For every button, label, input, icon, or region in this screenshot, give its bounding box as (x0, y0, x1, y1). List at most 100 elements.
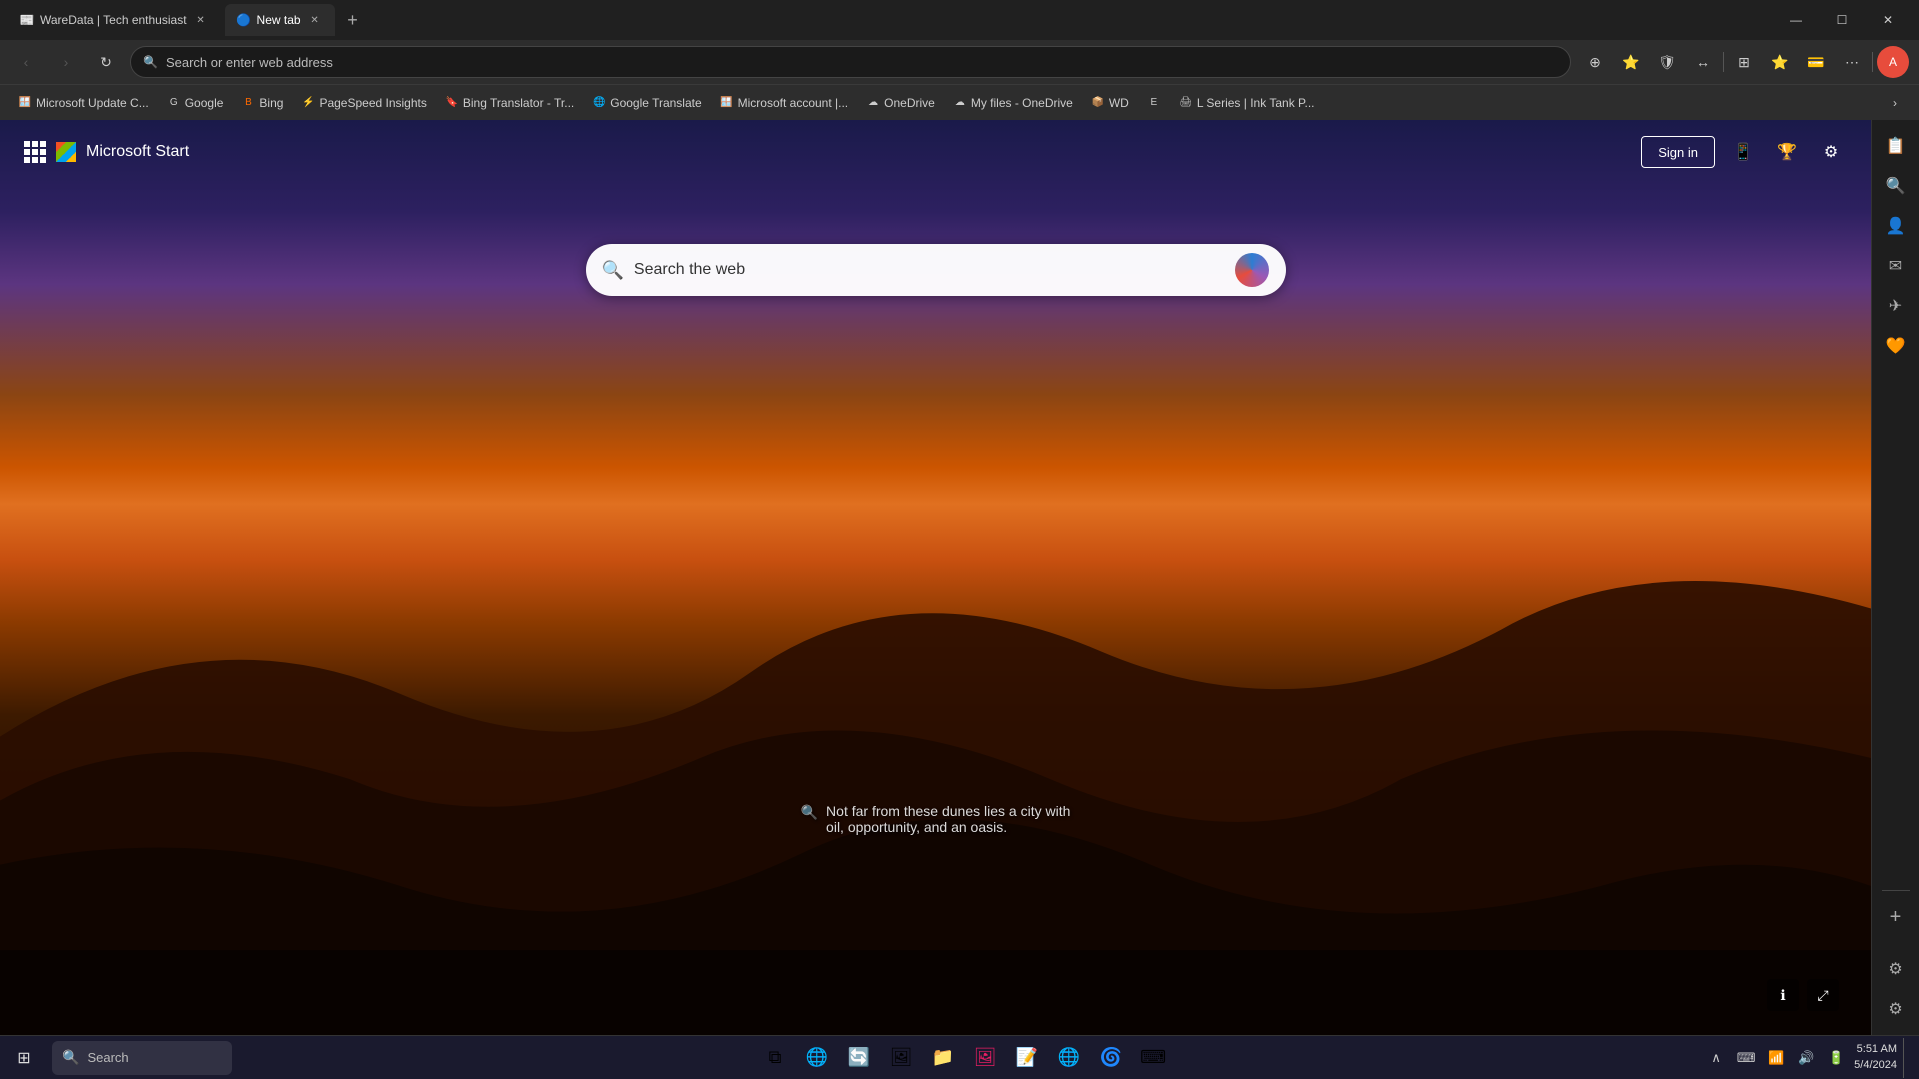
taskbar-browser-blue[interactable]: 🌀 (1091, 1038, 1131, 1078)
bookmark-label-bing: Bing (259, 96, 283, 110)
image-info-button[interactable]: ℹ (1767, 979, 1799, 1011)
bookmark-onedrive[interactable]: ☁ OneDrive (858, 90, 943, 116)
settings-icon-button[interactable]: ⚙ (1815, 136, 1847, 168)
sidebar-mail-icon[interactable]: ✉ (1878, 248, 1914, 284)
sidebar-settings-bottom[interactable]: ⚙ (1878, 951, 1914, 987)
browser-blue-icon: 🌀 (1100, 1047, 1122, 1068)
minimize-button[interactable]: — (1773, 4, 1819, 36)
bookmark-label-translator: Bing Translator - Tr... (463, 96, 574, 110)
taskbar-notepad[interactable]: 📝 (1007, 1038, 1047, 1078)
wallet-button[interactable]: 💳 (1800, 46, 1832, 78)
search-area: 🔍 Search the web (586, 244, 1286, 296)
bookmark-myfiles-onedrive[interactable]: ☁ My files - OneDrive (945, 90, 1081, 116)
image-expand-button[interactable]: ⤢ (1807, 979, 1839, 1011)
sidebar-clipboard-icon[interactable]: 📋 (1878, 128, 1914, 164)
sidebar-settings-bottom2[interactable]: ⚙ (1878, 991, 1914, 1027)
taskbar-photos[interactable]: 🖼 (965, 1038, 1005, 1078)
sidebar-divider (1882, 890, 1910, 891)
taskbar-date-display: 5/4/2024 (1854, 1058, 1897, 1073)
grid-dot-2 (32, 141, 38, 147)
keyboard-icon[interactable]: ⌨ (1734, 1046, 1758, 1070)
bookmark-label-onedrive: OneDrive (884, 96, 935, 110)
copilot-icon[interactable] (1234, 252, 1270, 288)
tab-close-newtab[interactable]: ✕ (307, 12, 323, 28)
battery-icon[interactable]: 🔋 (1824, 1046, 1848, 1070)
ms-start-label: Microsoft Start (86, 143, 189, 161)
show-desktop-button[interactable] (1903, 1038, 1911, 1078)
search-box[interactable]: 🔍 Search the web (586, 244, 1286, 296)
shield-button[interactable]: 🛡 (1651, 46, 1683, 78)
terminal-icon: ⌨ (1140, 1047, 1166, 1068)
address-bar[interactable]: 🔍 Search or enter web address (130, 46, 1571, 78)
bookmark-bing[interactable]: B Bing (233, 90, 291, 116)
gallery-icon: 🖼 (890, 1047, 913, 1068)
sidebar-search-icon[interactable]: 🔍 (1878, 168, 1914, 204)
favorites-button[interactable]: ⭐ (1615, 46, 1647, 78)
ms-logo-square (56, 142, 76, 162)
bookmark-ms-account[interactable]: 🪟 Microsoft account |... (712, 90, 857, 116)
bookmark-google[interactable]: G Google (159, 90, 232, 116)
mobile-icon-button[interactable]: 📱 (1727, 136, 1759, 168)
wifi-icon[interactable]: 📶 (1764, 1046, 1788, 1070)
bookmark-e[interactable]: E (1139, 90, 1169, 116)
address-search-icon: 🔍 (143, 55, 158, 69)
more-button[interactable]: ⋯ (1836, 46, 1868, 78)
taskbar-file-explorer[interactable]: 📁 (923, 1038, 963, 1078)
split-screen-button[interactable]: ⊞ (1728, 46, 1760, 78)
sidebar-plus-button[interactable]: + (1878, 899, 1914, 935)
grid-dot-6 (40, 149, 46, 155)
bookmark-pagespeed[interactable]: ⚡ PageSpeed Insights (293, 90, 434, 116)
grid-dot-5 (32, 149, 38, 155)
taskbar-search[interactable]: 🔍 Search (52, 1041, 232, 1075)
sign-in-button[interactable]: Sign in (1641, 136, 1715, 168)
copilot-circle (1235, 253, 1269, 287)
back-button[interactable]: ‹ (10, 46, 42, 78)
profile-button[interactable]: A (1877, 46, 1909, 78)
page-top-right: Sign in 📱 🏆 ⚙ (1641, 136, 1847, 168)
tab-close-waredata[interactable]: ✕ (193, 12, 209, 28)
trophy-icon-button[interactable]: 🏆 (1771, 136, 1803, 168)
bookmark-bing-translator[interactable]: 🔖 Bing Translator - Tr... (437, 90, 582, 116)
taskbar-terminal[interactable]: ⌨ (1133, 1038, 1173, 1078)
new-tab-button[interactable]: + (339, 6, 367, 34)
image-info[interactable]: 🔍 Not far from these dunes lies a city w… (801, 803, 1071, 835)
close-button[interactable]: ✕ (1865, 4, 1911, 36)
windows-button[interactable]: ⊞ (4, 1038, 44, 1078)
bookmark-lseries[interactable]: 🖨 L Series | Ink Tank P... (1171, 90, 1323, 116)
copilot-button[interactable]: ↔ (1687, 46, 1719, 78)
maximize-button[interactable]: ☐ (1819, 4, 1865, 36)
taskbar-task-view[interactable]: ⧉ (755, 1038, 795, 1078)
collections-button[interactable]: ⭐ (1764, 46, 1796, 78)
bookmark-label-wd: WD (1109, 96, 1129, 110)
info-search-icon: 🔍 (801, 804, 818, 821)
bookmark-label-lseries: L Series | Ink Tank P... (1197, 96, 1315, 110)
bookmarks-bar: 🪟 Microsoft Update C... G Google B Bing … (0, 84, 1919, 120)
browser-window: 📰 WareData | Tech enthusiast ✕ 🔵 New tab… (0, 0, 1919, 1079)
bookmarks-more-button[interactable]: › (1881, 90, 1909, 116)
taskbar-browser-green[interactable]: 🌐 (1049, 1038, 1089, 1078)
search-input[interactable]: Search the web (634, 261, 1224, 279)
bookmark-label-ms: Microsoft Update C... (36, 96, 149, 110)
tab-waredata[interactable]: 📰 WareData | Tech enthusiast ✕ (8, 4, 221, 36)
taskbar-edge-1[interactable]: 🌐 (797, 1038, 837, 1078)
taskbar-edge-2[interactable]: 🔄 (839, 1038, 879, 1078)
sidebar-send-icon[interactable]: ✈ (1878, 288, 1914, 324)
forward-button[interactable]: › (50, 46, 82, 78)
sidebar-user-icon[interactable]: 👤 (1878, 208, 1914, 244)
photos-icon: 🖼 (974, 1047, 997, 1068)
bookmark-label-pagespeed: PageSpeed Insights (319, 96, 426, 110)
ms-start-logo[interactable]: Microsoft Start (24, 141, 189, 163)
bookmark-ms-update[interactable]: 🪟 Microsoft Update C... (10, 90, 157, 116)
refresh-button[interactable]: ↻ (90, 46, 122, 78)
taskbar-gallery[interactable]: 🖼 (881, 1038, 921, 1078)
tab-search-button[interactable]: ⊕ (1579, 46, 1611, 78)
sidebar-orange-icon[interactable]: 🧡 (1878, 328, 1914, 364)
chevron-up-icon[interactable]: ∧ (1704, 1046, 1728, 1070)
volume-icon[interactable]: 🔊 (1794, 1046, 1818, 1070)
bookmark-google-translate[interactable]: 🌐 Google Translate (584, 90, 709, 116)
taskbar-datetime[interactable]: 5:51 AM 5/4/2024 (1854, 1042, 1897, 1073)
bookmark-wd[interactable]: 📦 WD (1083, 90, 1137, 116)
grid-dot-8 (32, 157, 38, 163)
tab-newtab[interactable]: 🔵 New tab ✕ (225, 4, 335, 36)
edge-icon-1: 🌐 (806, 1047, 828, 1068)
